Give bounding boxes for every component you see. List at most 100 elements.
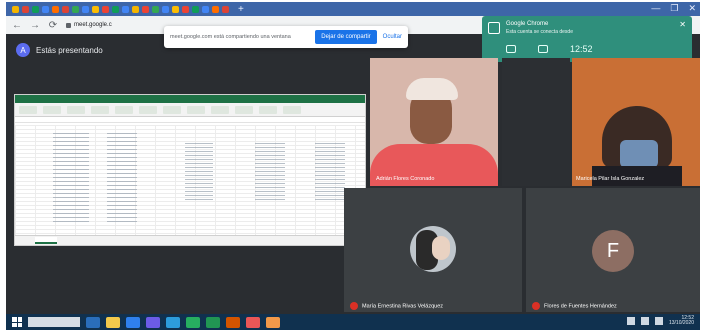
spreadsheet-titlebar xyxy=(15,95,365,103)
minimize-icon[interactable]: — xyxy=(651,3,660,14)
taskbar-app-icon[interactable] xyxy=(126,316,140,328)
spreadsheet-data-column xyxy=(53,133,89,223)
avatar: A xyxy=(16,43,30,57)
participant-name-row: Flores de Fuentes Hernández xyxy=(532,302,617,310)
presented-spreadsheet xyxy=(14,94,366,246)
meeting-clock: 12:52 xyxy=(570,44,593,54)
ribbon-group xyxy=(283,105,301,114)
taskbar-app-icon[interactable] xyxy=(186,316,200,328)
tab-favicon[interactable] xyxy=(82,5,89,13)
tab-favicon[interactable] xyxy=(122,5,129,13)
notification-subtitle: Esta cuenta se conecta desde xyxy=(506,29,573,35)
participant-tile[interactable]: Maricela Pilar Isla Gonzalez xyxy=(572,58,700,186)
meeting-controls: 12:52 xyxy=(506,44,593,54)
back-icon[interactable]: ← xyxy=(12,20,22,31)
participant-tile[interactable]: Adrián Flores Coronado xyxy=(370,58,498,186)
mic-off-icon xyxy=(532,302,540,310)
avatar xyxy=(410,226,456,272)
tray-icon[interactable] xyxy=(640,317,649,325)
ribbon-group xyxy=(163,105,181,114)
taskbar-clock[interactable]: 12:52 13/10/2020 xyxy=(669,316,694,326)
spreadsheet-data-column xyxy=(107,133,137,223)
tab-favicon[interactable] xyxy=(92,5,99,13)
tray-icon[interactable] xyxy=(654,317,663,325)
avatar-photo-face xyxy=(432,236,450,260)
tab-favicon[interactable] xyxy=(42,5,49,13)
forward-icon[interactable]: → xyxy=(30,20,40,31)
ribbon-group xyxy=(139,105,157,114)
reload-icon[interactable]: ⟳ xyxy=(48,20,58,31)
tab-favicon[interactable] xyxy=(62,5,69,13)
taskbar-app-icon[interactable] xyxy=(86,316,100,328)
spreadsheet-data-column xyxy=(315,143,345,203)
taskbar-app-icon[interactable] xyxy=(246,316,260,328)
taskbar-app-icon[interactable] xyxy=(146,316,160,328)
tab-favicon[interactable] xyxy=(72,5,79,13)
presenting-indicator: A Estás presentando xyxy=(16,42,103,58)
tab-favicon[interactable] xyxy=(112,5,119,13)
presenting-label: Estás presentando xyxy=(36,45,103,55)
close-icon[interactable]: ✕ xyxy=(679,20,686,29)
close-icon[interactable]: ✕ xyxy=(688,3,696,14)
formula-bar xyxy=(15,117,365,123)
tab-favicon[interactable] xyxy=(32,5,39,13)
participant-tile[interactable] xyxy=(502,58,570,186)
mic-off-icon xyxy=(350,302,358,310)
tab-favicon[interactable] xyxy=(182,5,189,13)
tab-favicon[interactable] xyxy=(202,5,209,13)
participant-name: Flores de Fuentes Hernández xyxy=(544,303,617,310)
spreadsheet-data-column xyxy=(255,143,285,203)
people-icon[interactable] xyxy=(506,45,516,53)
chrome-notification[interactable]: Google Chrome Esta cuenta se conecta des… xyxy=(482,16,692,62)
url-text: meet.google.c xyxy=(74,22,112,28)
participant-name: Adrián Flores Coronado xyxy=(376,176,435,182)
system-tray: 12:52 13/10/2020 xyxy=(626,316,694,326)
tab-favicon[interactable] xyxy=(172,5,179,13)
taskbar-app-icon[interactable] xyxy=(206,316,220,328)
windows-start-icon[interactable] xyxy=(12,317,22,327)
ribbon-group xyxy=(91,105,109,114)
participant-tile[interactable]: F Flores de Fuentes Hernández xyxy=(526,188,700,312)
tab-favicon[interactable] xyxy=(212,5,219,13)
chrome-icon xyxy=(488,22,500,34)
taskbar-search-box[interactable] xyxy=(28,317,80,327)
tab-favicon[interactable] xyxy=(152,5,159,13)
window-controls: — ❐ ✕ xyxy=(651,3,696,14)
participant-name: Maricela Pilar Isla Gonzalez xyxy=(576,176,645,182)
tab-favicon[interactable] xyxy=(162,5,169,13)
ribbon-group xyxy=(187,105,205,114)
tab-favicon[interactable] xyxy=(192,5,199,13)
hide-button[interactable]: Ocultar xyxy=(383,34,402,40)
ribbon-group xyxy=(67,105,85,114)
tab-favicon[interactable] xyxy=(12,5,19,13)
tab-favicon[interactable] xyxy=(142,5,149,13)
maximize-icon[interactable]: ❐ xyxy=(670,3,678,14)
spreadsheet-ribbon xyxy=(15,103,365,117)
taskbar-app-icon[interactable] xyxy=(266,316,280,328)
tab-favicon[interactable] xyxy=(22,5,29,13)
sheet-tab-bar xyxy=(15,235,365,245)
lock-icon xyxy=(66,22,71,28)
participant-tile[interactable]: María Ernestina Rivas Velázquez xyxy=(344,188,522,312)
stop-sharing-button[interactable]: Dejar de compartir xyxy=(315,30,377,44)
taskbar-app-icon[interactable] xyxy=(106,316,120,328)
screen-share-bar: meet.google.com está compartiendo una ve… xyxy=(164,26,408,48)
participant-name-row: María Ernestina Rivas Velázquez xyxy=(350,302,443,310)
chat-icon[interactable] xyxy=(538,45,548,53)
tab-favicon[interactable] xyxy=(222,5,229,13)
new-tab-icon[interactable]: + xyxy=(238,4,244,15)
ribbon-group xyxy=(115,105,133,114)
url-field[interactable]: meet.google.c xyxy=(66,22,112,28)
taskbar-app-icon[interactable] xyxy=(166,316,180,328)
video-person-mask xyxy=(620,140,658,168)
sheet-tab[interactable] xyxy=(35,237,57,244)
tray-icon[interactable] xyxy=(626,317,635,325)
screenshot-frame: + — ❐ ✕ ← → ⟳ meet.google.c meet.google.… xyxy=(6,2,700,330)
ribbon-group xyxy=(235,105,253,114)
tab-favicon[interactable] xyxy=(132,5,139,13)
taskbar-app-icon[interactable] xyxy=(226,316,240,328)
taskbar-date: 13/10/2020 xyxy=(668,320,694,326)
tab-favicon[interactable] xyxy=(102,5,109,13)
avatar: F xyxy=(592,230,634,272)
tab-favicon[interactable] xyxy=(52,5,59,13)
